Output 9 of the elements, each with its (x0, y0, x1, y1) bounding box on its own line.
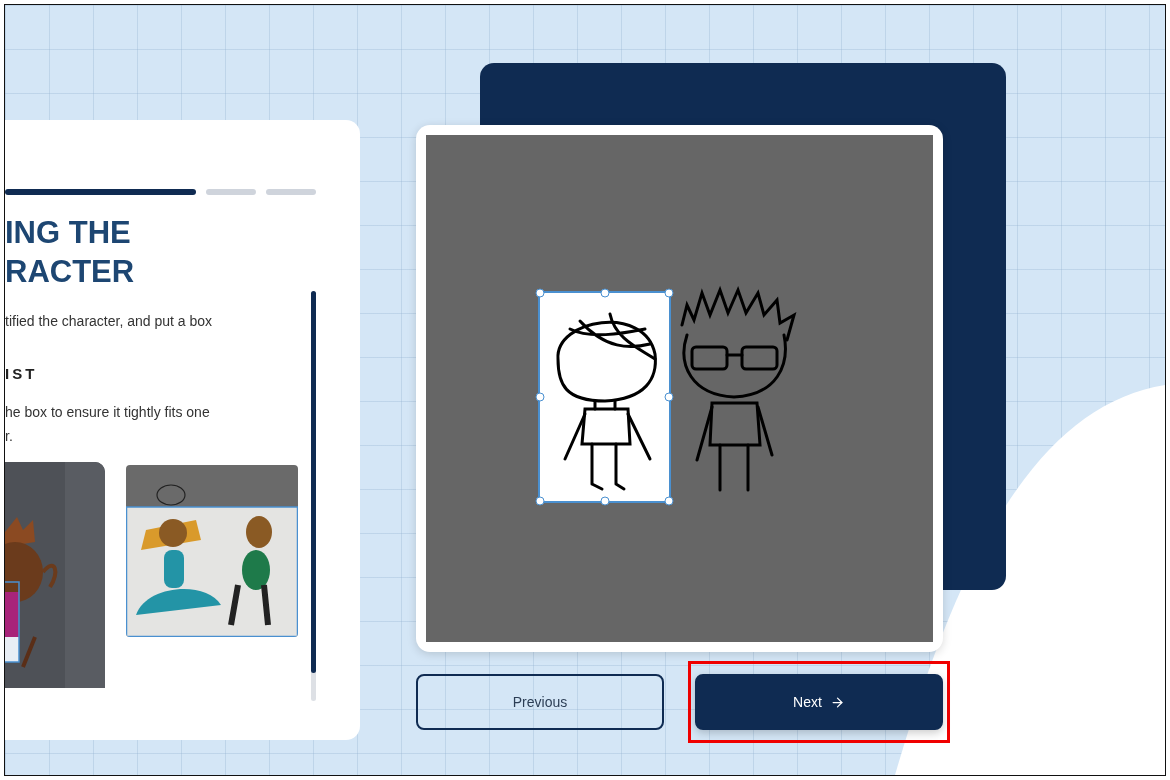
selection-box[interactable] (538, 291, 671, 503)
heading: ING THE RACTER (5, 214, 136, 291)
next-button[interactable]: Next (695, 674, 943, 730)
checklist-text: he box to ensure it tightly fits one r. (5, 403, 211, 446)
scrollbar[interactable] (311, 291, 316, 701)
intro-text: tified the character, and put a box (5, 312, 214, 331)
checklist-title: IST (5, 365, 39, 382)
previous-button[interactable]: Previous (416, 674, 664, 730)
arrow-right-icon (829, 694, 845, 710)
